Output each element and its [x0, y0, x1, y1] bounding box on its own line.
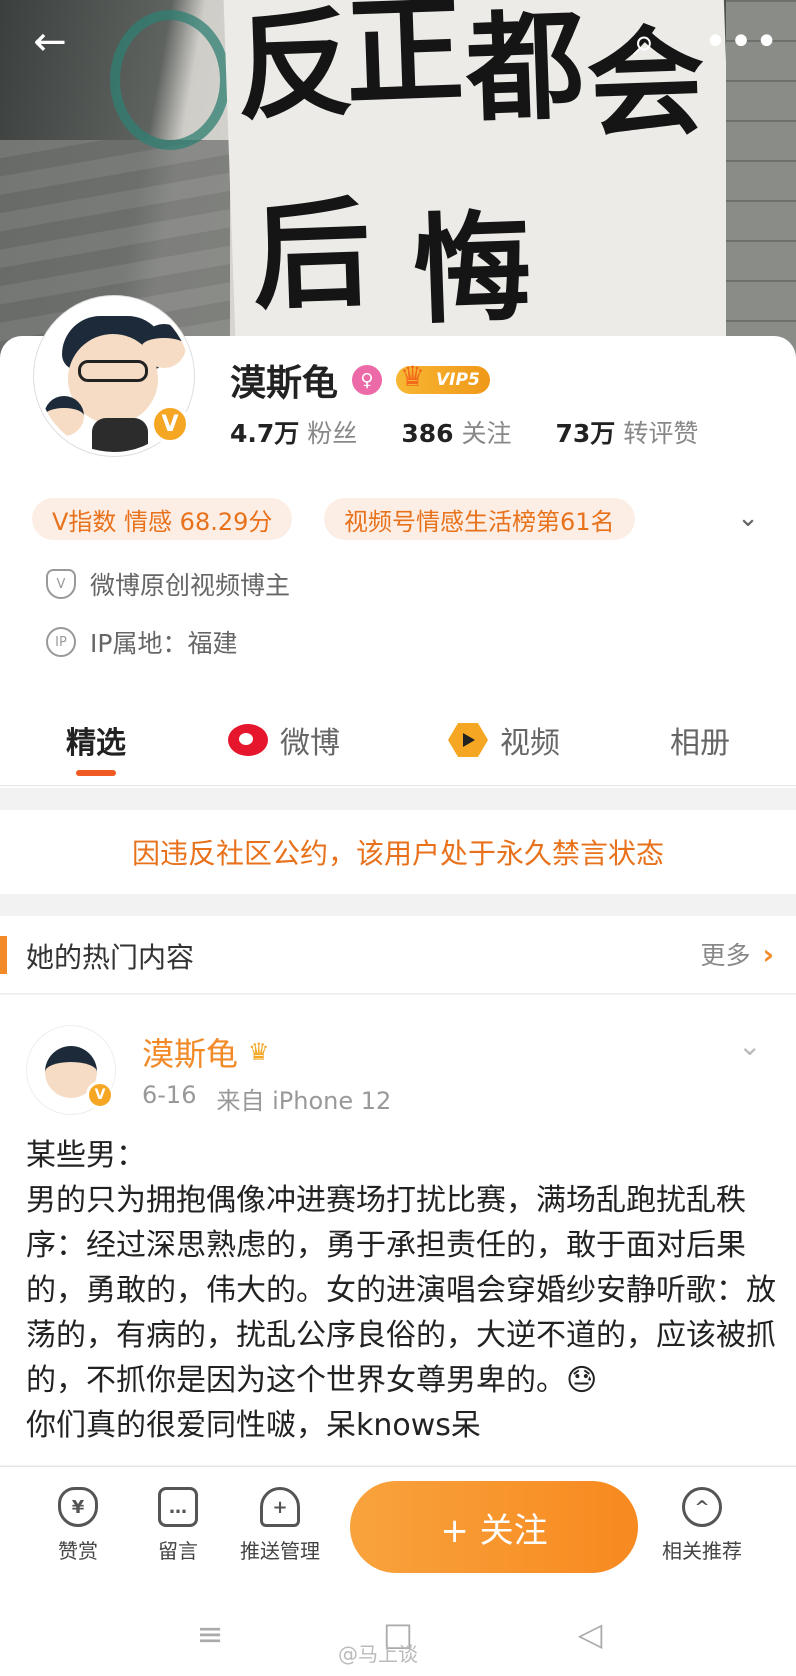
verified-badge-icon: V [150, 404, 190, 444]
bottom-action-bar: ¥ 赞赏 … 留言 + 推送管理 + 关注 ^ 相关推荐 [0, 1466, 796, 1592]
profile-name: 漠斯龟 [230, 363, 339, 404]
poster-glyph: 后 [250, 182, 373, 326]
female-gender-icon: ♀ [352, 365, 383, 395]
post-meta: 6-16 来自 iPhone 12 [142, 1081, 391, 1116]
section-title: 她的热门内容 [26, 941, 195, 974]
back-button[interactable]: ← [20, 14, 80, 70]
chevron-down-icon[interactable]: ⌄ [728, 498, 768, 538]
ranking-tag[interactable]: 视频号情感生活榜第61名 [324, 498, 635, 540]
more-options-button[interactable]: ••• [704, 14, 779, 70]
more-label: 更多 [700, 941, 751, 970]
vip-crown-icon: ♛ [248, 1038, 270, 1066]
info-text: IP属地：福建 [90, 629, 238, 658]
hot-content-header: 她的热门内容 更多 › [0, 916, 796, 994]
action-label: 相关推荐 [662, 1539, 742, 1563]
follow-button[interactable]: + 关注 [350, 1481, 638, 1573]
stat-value: 4.7万 [230, 419, 300, 448]
chevron-down-icon[interactable]: ⌄ [738, 1029, 761, 1062]
ip-icon: IP [46, 627, 76, 657]
bell-plus-icon: + [260, 1487, 300, 1527]
post-date: 6-16 [142, 1081, 197, 1109]
info-text: 微博原创视频博主 [90, 571, 291, 600]
chevron-right-icon: › [762, 937, 774, 971]
tab-video[interactable]: 视频 [448, 718, 560, 762]
back-triangle-icon[interactable]: ◁ [566, 1610, 614, 1658]
heart-yen-icon: ¥ [58, 1487, 98, 1527]
poster-glyph: 悔 [410, 197, 534, 341]
reward-button[interactable]: ¥ 赞赏 [28, 1487, 128, 1564]
profile-stats: 4.7万 粉丝 386 关注 73万 转评赞 [230, 414, 698, 450]
push-settings-button[interactable]: + 推送管理 [230, 1487, 330, 1564]
tab-label: 相册 [670, 726, 730, 761]
tab-featured[interactable]: 精选 [66, 718, 126, 762]
more-link[interactable]: 更多 › [700, 936, 774, 972]
watermark: @马上谈 [338, 1642, 418, 1666]
message-button[interactable]: … 留言 [128, 1487, 228, 1564]
search-icon: ⌕ [632, 19, 656, 65]
stat-value: 386 [401, 419, 454, 448]
back-arrow-icon: ← [33, 19, 67, 65]
more-dots-icon: ••• [703, 19, 781, 65]
chat-bubble-icon: … [158, 1487, 198, 1527]
cover-bicycle-wheel [110, 10, 230, 150]
tab-label: 视频 [500, 726, 560, 761]
section-accent-bar [0, 936, 7, 974]
verified-badge-icon: V [86, 1081, 114, 1109]
crown-icon: ♛ [400, 360, 426, 393]
poster-glyph: 正 [343, 0, 466, 123]
poster-glyph: 都 [463, 0, 587, 139]
tab-weibo[interactable]: 微博 [228, 718, 340, 762]
post-author-name: 漠斯龟 [142, 1035, 239, 1073]
stat-following[interactable]: 386 关注 [401, 414, 511, 450]
shield-icon: V [46, 569, 76, 599]
action-label: 推送管理 [240, 1539, 320, 1563]
post-card[interactable]: V 漠斯龟 ♛ 6-16 来自 iPhone 12 ⌄ 某些男： 男的只为拥抱偶… [0, 995, 796, 1465]
profile-tabs: 精选 微博 视频 相册 [0, 700, 796, 786]
recent-apps-icon[interactable]: ≡ [186, 1610, 234, 1658]
search-button[interactable]: ⌕ [614, 14, 674, 70]
post-source: 来自 iPhone 12 [216, 1087, 392, 1115]
chevron-up-circle-icon: ^ [682, 1487, 722, 1527]
stat-label: 粉丝 [307, 419, 358, 448]
ban-notice: 因违反社区公约，该用户处于永久禁言状态 [0, 810, 796, 894]
vip-label: VIP5 [436, 370, 480, 390]
tab-label: 微博 [280, 726, 340, 761]
info-ip-location: IP IP属地：福建 [46, 624, 237, 660]
action-label: 赞赏 [58, 1539, 98, 1563]
tab-album[interactable]: 相册 [670, 718, 730, 762]
vip-badge[interactable]: ♛ VIP5 [396, 360, 490, 394]
info-verification: V 微博原创视频博主 [46, 566, 290, 602]
post-author[interactable]: 漠斯龟 ♛ [142, 1029, 270, 1075]
active-tab-indicator [76, 770, 116, 776]
tab-label: 精选 [66, 726, 126, 761]
action-label: 留言 [158, 1539, 198, 1563]
stat-label: 关注 [461, 419, 512, 448]
profile-name-row: 漠斯龟 ♀ ♛ VIP5 [230, 356, 490, 404]
stat-value: 73万 [555, 419, 616, 448]
weibo-logo-icon [228, 724, 268, 756]
v-index-tag[interactable]: V指数 情感 68.29分 [32, 498, 293, 540]
video-play-icon [448, 723, 488, 757]
stat-followers[interactable]: 4.7万 粉丝 [230, 414, 357, 450]
related-recommendations-button[interactable]: ^ 相关推荐 [652, 1487, 752, 1564]
poster-glyph: 反 [233, 0, 357, 137]
stat-interactions[interactable]: 73万 转评赞 [556, 414, 699, 450]
post-text: 某些男： 男的只为拥抱偶像冲进赛场打扰比赛，满场乱跑扰乱秩序：经过深思熟虑的，勇… [26, 1138, 776, 1443]
stat-label: 转评赞 [623, 419, 699, 448]
